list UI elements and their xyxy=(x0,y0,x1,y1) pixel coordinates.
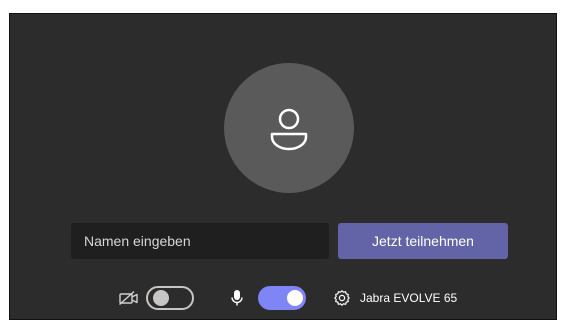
microphone-control xyxy=(230,286,310,310)
prejoin-window: Jetzt teilnehmen xyxy=(0,0,561,323)
microphone-icon xyxy=(230,289,244,312)
gear-icon[interactable] xyxy=(333,289,351,312)
avatar xyxy=(224,63,354,193)
camera-toggle-knob xyxy=(153,290,169,306)
microphone-toggle[interactable] xyxy=(258,286,306,310)
camera-toggle[interactable] xyxy=(146,286,194,310)
camera-control xyxy=(118,286,200,310)
device-settings[interactable]: Jabra EVOLVE 65 xyxy=(333,286,483,310)
name-input[interactable] xyxy=(71,223,329,259)
camera-off-icon xyxy=(118,290,140,311)
microphone-toggle-knob xyxy=(287,290,303,306)
person-icon xyxy=(270,108,308,151)
prejoin-panel: Jetzt teilnehmen xyxy=(9,13,557,320)
join-now-button[interactable]: Jetzt teilnehmen xyxy=(338,223,508,259)
device-name-label[interactable]: Jabra EVOLVE 65 xyxy=(360,286,457,310)
